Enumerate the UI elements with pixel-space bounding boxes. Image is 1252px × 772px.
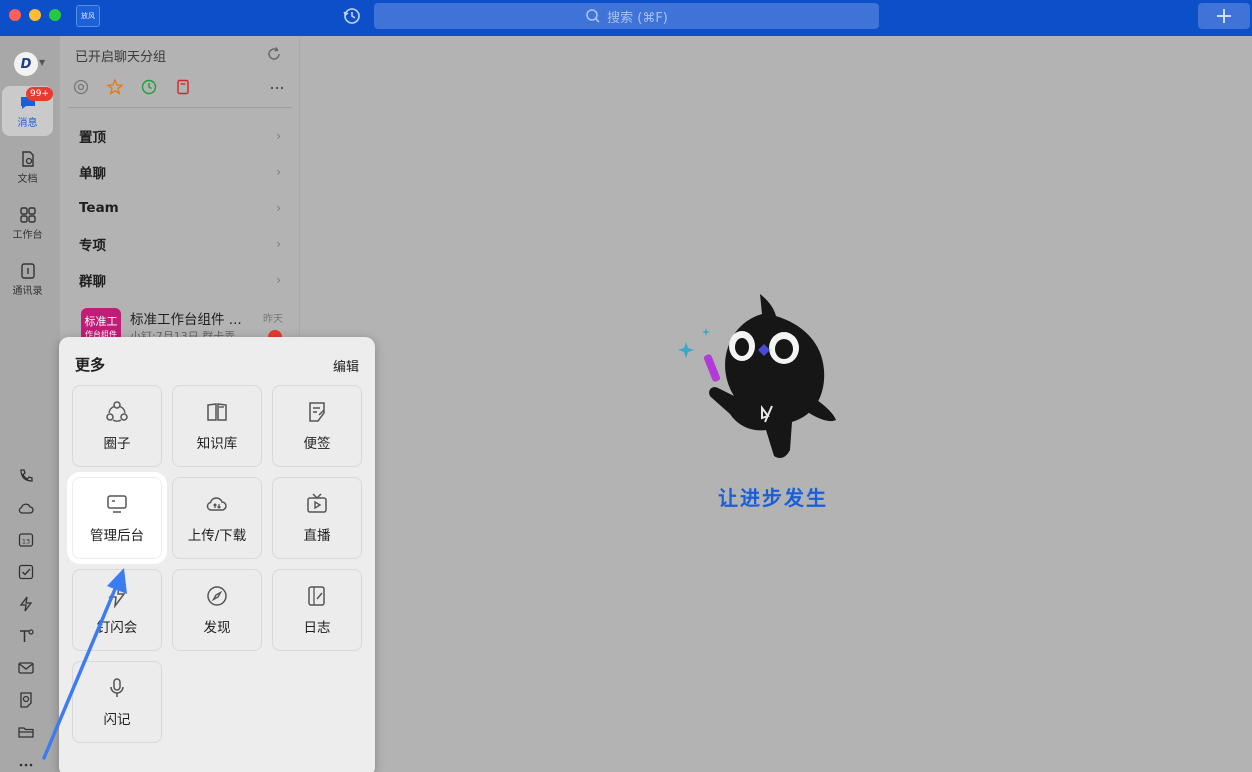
more-dots-icon[interactable] — [17, 756, 35, 772]
group-label: Team — [79, 200, 119, 216]
chat-group-header: 已开启聊天分组 — [75, 50, 167, 65]
calendar-icon[interactable]: 13 — [17, 531, 35, 549]
nav-item-contacts[interactable]: 通讯录 — [2, 254, 53, 304]
search-placeholder: 搜索 (⌘F) — [607, 10, 668, 26]
nav-item-workbench[interactable]: 工作台 — [2, 198, 53, 248]
tile-circle[interactable]: 圈子 — [72, 385, 162, 467]
flash-icon[interactable] — [17, 595, 35, 613]
history-icon[interactable] — [342, 6, 362, 26]
at-icon[interactable] — [72, 78, 90, 96]
group-pinned[interactable]: 置顶 › — [79, 124, 281, 148]
tile-log[interactable]: 日志 — [272, 569, 362, 651]
group-direct[interactable]: 单聊 › — [79, 160, 281, 184]
tile-discover[interactable]: 发现 — [172, 569, 262, 651]
chevron-right-icon: › — [276, 273, 281, 287]
chevron-right-icon: › — [276, 201, 281, 215]
folder-icon[interactable] — [17, 723, 35, 741]
refresh-icon[interactable] — [266, 46, 282, 62]
star-icon[interactable] — [106, 78, 124, 96]
close-window-button[interactable] — [9, 9, 21, 21]
tile-label: 日志 — [303, 620, 331, 636]
nav-item-messages[interactable]: 消息 99+ — [2, 86, 53, 136]
tile-knowledge-base[interactable]: 知识库 — [172, 385, 262, 467]
more-icon[interactable] — [268, 78, 286, 96]
left-nav: D ▼ 消息 99+ 文档 工作台 通讯录 13 — [0, 36, 60, 772]
divider — [68, 107, 292, 108]
conversation-title[interactable]: 标准工作台组件 ... — [130, 308, 260, 328]
nav-label: 通讯录 — [12, 285, 43, 297]
more-popup-title: 更多 — [75, 356, 106, 374]
add-button[interactable] — [1198, 3, 1250, 29]
tile-voice-note[interactable]: 闪记 — [72, 661, 162, 743]
tile-label: 上传/下载 — [187, 528, 247, 544]
monitor-icon — [107, 495, 127, 513]
live-tv-icon — [307, 493, 327, 513]
unread-badge: 99+ — [26, 87, 53, 101]
book-icon — [207, 403, 227, 421]
nav-label: 工作台 — [12, 229, 43, 241]
search-icon — [586, 9, 600, 23]
avatar-text: 标准工 — [84, 315, 118, 328]
calendar-day: 13 — [22, 538, 30, 546]
contacts-icon — [20, 262, 35, 279]
memo-icon — [309, 402, 325, 422]
conversation-time: 昨天 — [263, 314, 283, 325]
mail-icon[interactable] — [17, 659, 35, 677]
group-team[interactable]: Team › — [79, 196, 281, 220]
group-label: 置顶 — [79, 130, 106, 146]
group-label: 群聊 — [79, 274, 106, 290]
slogan-text: 让进步发生 — [718, 486, 828, 510]
org-logo[interactable]: 放风 — [76, 5, 100, 27]
tile-label: 知识库 — [196, 436, 238, 452]
group-label: 专项 — [79, 238, 106, 254]
circle-group-icon — [106, 401, 128, 422]
compass-icon — [207, 586, 227, 606]
chevron-right-icon: › — [276, 129, 281, 143]
tile-label: 圈子 — [103, 436, 131, 452]
tile-memo[interactable]: 便签 — [272, 385, 362, 467]
tile-admin-console[interactable]: 管理后台 — [72, 477, 162, 559]
document-icon — [21, 150, 34, 167]
caret-down-icon[interactable]: ▼ — [39, 58, 45, 67]
nav-label: 消息 — [17, 117, 38, 129]
mascot-illustration — [678, 294, 836, 458]
nav-item-docs[interactable]: 文档 — [2, 142, 53, 192]
cloud-transfer-icon — [206, 497, 227, 511]
bookmark-icon[interactable] — [174, 78, 192, 96]
avatar[interactable]: D — [14, 52, 38, 76]
tile-upload-download[interactable]: 上传/下载 — [172, 477, 262, 559]
chevron-right-icon: › — [276, 165, 281, 179]
edit-button[interactable]: 编辑 — [333, 356, 359, 375]
tile-flash-meeting[interactable]: 钉闪会 — [72, 569, 162, 651]
minimize-window-button[interactable] — [29, 9, 41, 21]
filter-row — [72, 78, 294, 100]
tile-label: 便签 — [303, 436, 331, 452]
voice-note-icon — [110, 678, 124, 697]
nav-label: 文档 — [17, 173, 38, 185]
plus-icon — [1217, 9, 1231, 23]
phone-icon[interactable] — [17, 467, 35, 485]
group-label: 单聊 — [79, 166, 106, 182]
tile-label: 管理后台 — [90, 528, 144, 544]
tile-label: 闪记 — [103, 712, 131, 728]
tile-label: 直播 — [303, 528, 331, 544]
search-input[interactable]: 搜索 (⌘F) — [374, 3, 879, 29]
cloud-icon[interactable] — [17, 499, 35, 517]
flash-meeting-icon — [108, 584, 126, 608]
group-chats[interactable]: 群聊 › — [79, 268, 281, 292]
chevron-right-icon: › — [276, 237, 281, 251]
grid-icon — [19, 206, 36, 223]
tile-label: 钉闪会 — [96, 620, 138, 636]
tile-label: 发现 — [203, 620, 231, 636]
title-bar: 放风 搜索 (⌘F) — [0, 0, 1252, 36]
note-icon[interactable] — [17, 691, 35, 709]
text-tool-icon[interactable] — [17, 627, 35, 645]
more-popup: 更多 编辑 圈子 知识库 便签 管理后台 上传/下载 直播 钉闪会 发现 日志 … — [59, 337, 375, 772]
clock-icon[interactable] — [140, 78, 158, 96]
todo-check-icon[interactable] — [17, 563, 35, 581]
zoom-window-button[interactable] — [49, 9, 61, 21]
log-icon — [308, 586, 325, 606]
group-project[interactable]: 专项 › — [79, 232, 281, 256]
tile-live[interactable]: 直播 — [272, 477, 362, 559]
